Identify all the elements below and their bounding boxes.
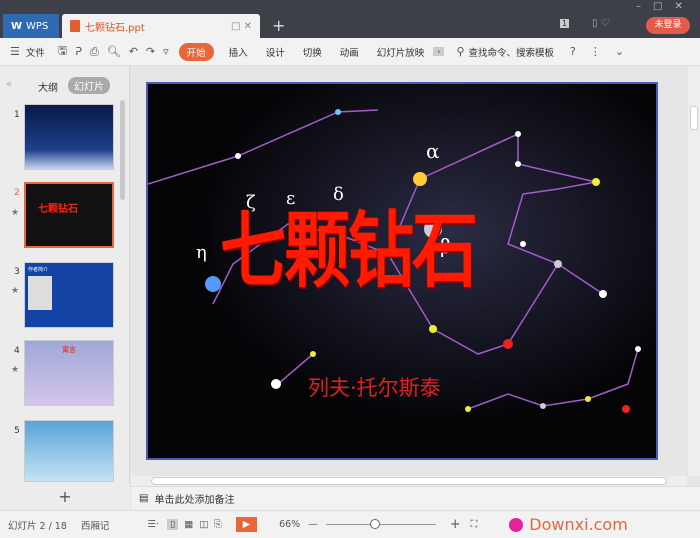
document-title: 七颗钻石.ppt xyxy=(85,22,145,34)
animation-star-icon: ★ xyxy=(11,286,20,296)
panel-scrollbar[interactable] xyxy=(120,100,125,200)
notes-toggle-icon[interactable]: ☰· xyxy=(147,519,159,530)
slide-number: 1 xyxy=(14,110,20,120)
watermark: Downxi.com xyxy=(529,515,628,534)
current-slide[interactable]: α β δ ε ζ η 七颗钻石 列夫·托尔斯泰 xyxy=(146,82,658,460)
window-controls-icon[interactable]: –□✕ xyxy=(636,1,695,12)
slide-number: 3 xyxy=(14,267,20,277)
zoom-in-button[interactable]: + xyxy=(450,517,461,532)
zoom-out-button[interactable]: — xyxy=(308,519,318,530)
slide-number: 4 xyxy=(14,346,20,356)
greek-label-alpha: α xyxy=(426,139,440,163)
thumbnail-title: 七颗钻石 xyxy=(38,204,78,215)
skin-icon[interactable]: ▯ ♡ xyxy=(592,18,610,29)
menu-icon[interactable]: ☰ xyxy=(0,45,24,58)
slide-title: 七颗钻石 xyxy=(220,202,478,299)
slide-number: 2 xyxy=(14,188,20,198)
redo-icon[interactable]: ↷ xyxy=(142,45,159,58)
slide-thumbnail-5[interactable] xyxy=(24,420,114,482)
slide-panel: « 大纲 幻灯片 1 2 ★ 七颗钻石 3 ★ 作者简介 4 ★ 寓言 5 + xyxy=(0,66,130,510)
preview-icon[interactable]: 🔍︎ xyxy=(103,45,125,58)
reading-view-icon[interactable]: ◫ xyxy=(199,519,208,530)
more-options-icon[interactable]: ⋮ xyxy=(586,45,605,58)
title-bar: W WPS 七颗钻石.ppt □ ✕ + 1 ▯ ♡ 未登录 –□✕ xyxy=(0,0,700,38)
document-tab[interactable]: 七颗钻石.ppt □ ✕ xyxy=(62,14,260,38)
more-icon[interactable]: ▿ xyxy=(159,45,173,58)
format-painter-icon[interactable]: ᕈ xyxy=(71,45,86,58)
tab-slides[interactable]: 幻灯片 xyxy=(68,77,110,94)
thumbnail-title: 寓言 xyxy=(62,346,76,354)
zoom-slider[interactable] xyxy=(325,519,436,529)
status-bar: 幻灯片 2 / 18 西厢记 ☰· ▯ ▦ ◫ ⎘ ▶ 66% — + ⛶ Do… xyxy=(0,510,700,538)
wps-home-tab[interactable]: W WPS xyxy=(3,14,59,38)
tab-slideshow[interactable]: 幻灯片放映 xyxy=(368,45,434,59)
window-count-badge[interactable]: 1 xyxy=(560,19,570,28)
horizontal-scrollbar[interactable] xyxy=(131,476,687,486)
normal-view-icon[interactable]: ▯ xyxy=(166,519,179,530)
zoom-slider-handle[interactable] xyxy=(370,519,381,529)
vertical-scrollbar[interactable] xyxy=(688,66,700,476)
assistant-icon[interactable] xyxy=(509,517,524,532)
ppt-file-icon xyxy=(70,20,80,32)
tab-animation[interactable]: 动画 xyxy=(331,45,368,59)
tab-design[interactable]: 设计 xyxy=(257,45,294,59)
play-slideshow-button[interactable]: ▶ xyxy=(235,517,258,532)
tab-insert[interactable]: 插入 xyxy=(220,45,257,59)
tab-transition[interactable]: 切换 xyxy=(294,45,331,59)
ribbon-toolbar: ☰ 文件 🖫 ᕈ ⎙ 🔍︎ ↶ ↷ ▿ 开始 插入 设计 切换 动画 幻灯片放映… xyxy=(0,38,700,66)
search-icon: ⚲ xyxy=(456,45,465,58)
add-slide-button[interactable]: + xyxy=(0,484,130,510)
slide-thumbnail-3[interactable]: 作者简介 xyxy=(24,262,114,328)
animation-star-icon: ★ xyxy=(11,365,20,375)
slide-thumbnail-2[interactable]: 七颗钻石 xyxy=(24,182,114,248)
slide-indicator: 幻灯片 2 / 18 xyxy=(8,520,67,532)
help-button[interactable]: ? xyxy=(566,45,580,58)
slide-thumbnail-4[interactable]: 寓言 xyxy=(24,340,114,406)
fit-window-icon[interactable]: ⛶ xyxy=(471,519,478,530)
undo-icon[interactable]: ↶ xyxy=(125,45,142,58)
scroll-tabs-button[interactable]: › xyxy=(433,47,445,56)
close-tab-icon[interactable]: □ ✕ xyxy=(231,21,252,32)
login-button[interactable]: 未登录 xyxy=(646,17,690,34)
file-menu[interactable]: 文件 xyxy=(24,45,54,59)
sorter-view-icon[interactable]: ▦ xyxy=(184,519,193,530)
notes-placeholder[interactable]: 单击此处添加备注 xyxy=(154,491,234,506)
search-command[interactable]: 查找命令、搜索模板 xyxy=(469,45,555,59)
greek-label-eta: η xyxy=(196,242,207,263)
slide-thumbnail-1[interactable] xyxy=(24,104,114,170)
save-icon[interactable]: 🖫 xyxy=(54,42,71,61)
presenter-view-icon[interactable]: ⎘ xyxy=(214,519,222,530)
notes-icon: ▤ xyxy=(139,493,149,504)
theme-name[interactable]: 西厢记 xyxy=(81,518,110,532)
app-name: WPS xyxy=(26,20,49,32)
zoom-level[interactable]: 66% xyxy=(279,519,300,530)
collapse-ribbon-icon[interactable]: ⌄ xyxy=(611,45,628,58)
slide-author: 列夫·托尔斯泰 xyxy=(308,376,441,400)
animation-star-icon: ★ xyxy=(11,208,20,218)
slide-number: 5 xyxy=(14,426,20,436)
print-icon[interactable]: ⎙ xyxy=(86,45,103,59)
tab-outline[interactable]: 大纲 xyxy=(38,79,58,94)
new-tab-button[interactable]: + xyxy=(272,16,285,35)
notes-bar[interactable]: ▤ 单击此处添加备注 xyxy=(131,486,700,510)
tab-home[interactable]: 开始 xyxy=(178,42,214,61)
wps-logo-icon: W xyxy=(11,20,23,32)
thumbnail-title: 作者简介 xyxy=(28,267,49,273)
collapse-panel-icon[interactable]: « xyxy=(6,79,12,90)
